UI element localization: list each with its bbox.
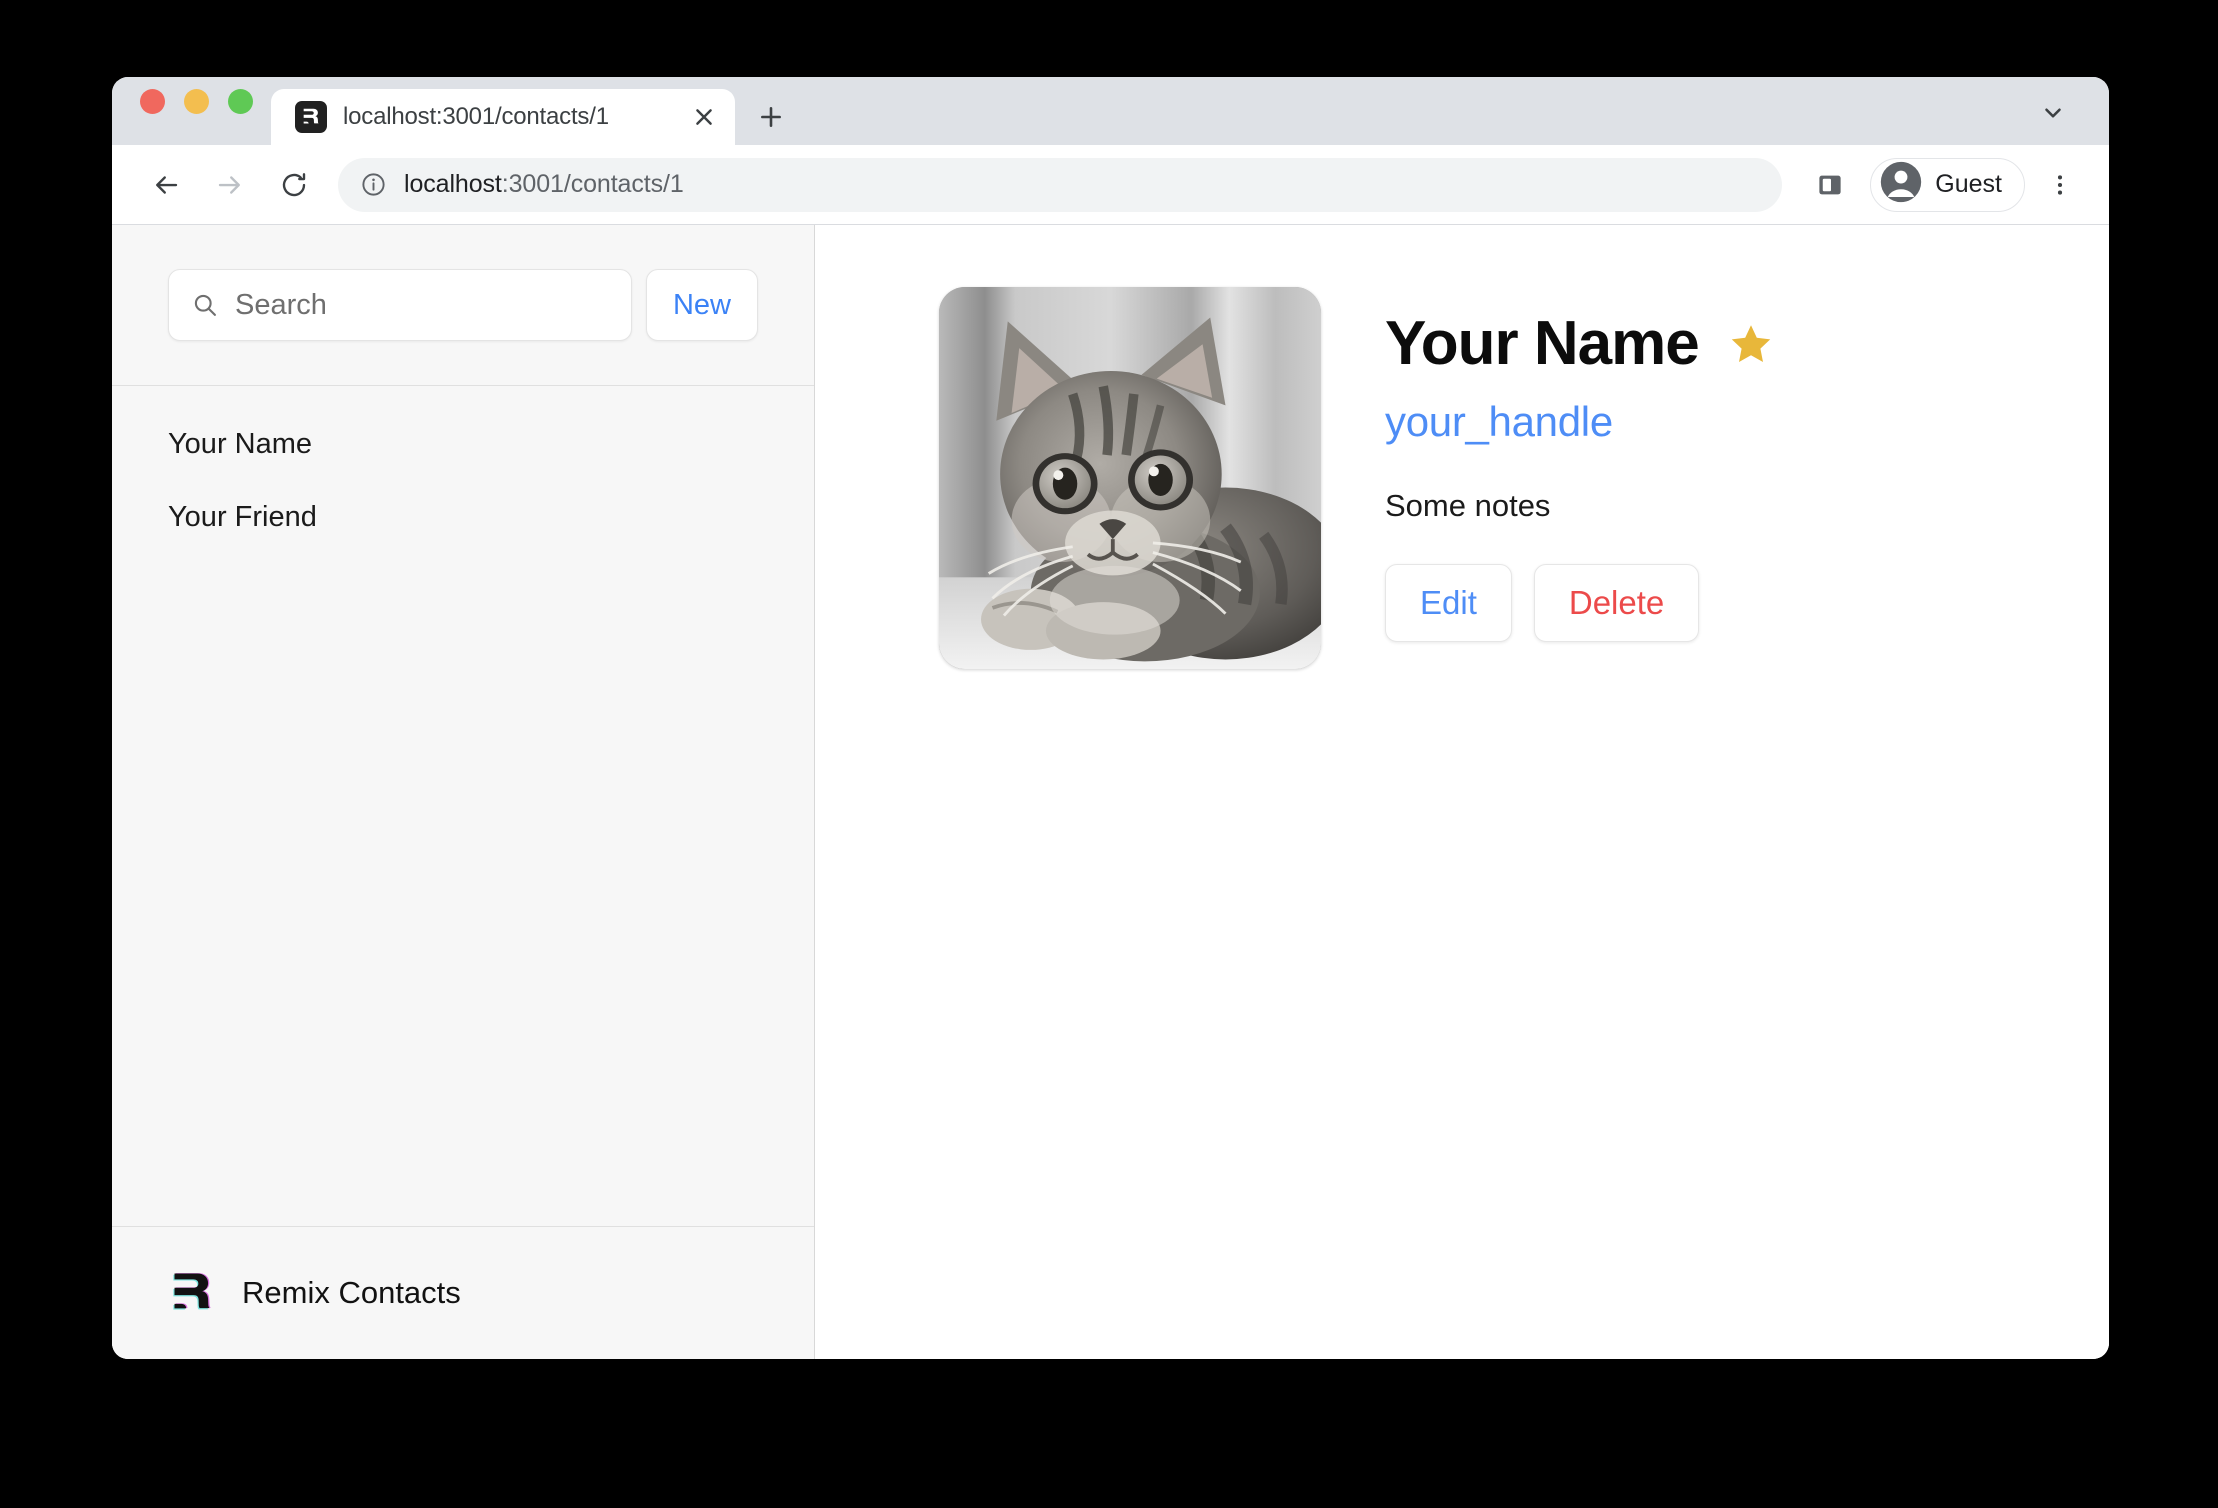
info-circle-icon[interactable] [360, 171, 388, 198]
window-close-button[interactable] [140, 89, 165, 114]
new-contact-button[interactable]: New [646, 269, 758, 341]
sidebar-search-row: New [112, 225, 814, 386]
page-title: Your Name [1385, 311, 1699, 376]
back-button[interactable] [138, 157, 194, 213]
chevron-down-icon[interactable] [2033, 93, 2073, 133]
new-tab-button[interactable] [749, 95, 793, 139]
contact-detail-pane: Your Name your_handle Some notes Edit De… [815, 225, 2109, 1359]
address-bar-url: localhost:3001/contacts/1 [404, 170, 684, 199]
person-avatar-icon [1879, 160, 1923, 209]
address-bar-path: :3001/contacts/1 [502, 170, 684, 198]
profile-button[interactable]: Guest [1870, 158, 2025, 212]
profile-name-label: Guest [1935, 170, 2002, 199]
reload-button[interactable] [266, 157, 322, 213]
sidebar-contact-your-name[interactable]: Your Name [152, 416, 774, 473]
forward-button[interactable] [202, 157, 258, 213]
edit-button[interactable]: Edit [1385, 564, 1512, 642]
close-icon[interactable] [687, 100, 721, 134]
tab-strip: localhost:3001/contacts/1 [112, 77, 2109, 145]
remix-favicon-icon [295, 101, 327, 133]
delete-button[interactable]: Delete [1534, 564, 1699, 642]
search-field[interactable] [168, 269, 632, 341]
sidebar-footer: Remix Contacts [112, 1226, 814, 1359]
window-minimize-button[interactable] [184, 89, 209, 114]
browser-tab[interactable]: localhost:3001/contacts/1 [271, 89, 735, 145]
browser-toolbar: localhost:3001/contacts/1 Guest [112, 145, 2109, 225]
contact-handle-link[interactable]: your_handle [1385, 398, 2109, 446]
sidebar: New Your Name Your Friend [112, 225, 815, 1359]
list-item: Your Friend [152, 489, 774, 546]
list-item: Your Name [152, 416, 774, 473]
sidebar-contact-your-friend[interactable]: Your Friend [152, 489, 774, 546]
contact-list: Your Name Your Friend [112, 386, 814, 1226]
remix-logo-icon [168, 1267, 220, 1319]
contact-avatar [939, 287, 1321, 669]
search-icon [191, 291, 219, 319]
contact-actions: Edit Delete [1385, 564, 2109, 642]
contact-notes: Some notes [1385, 488, 2109, 524]
browser-tab-title: localhost:3001/contacts/1 [343, 103, 671, 131]
sidebar-footer-label: Remix Contacts [242, 1275, 461, 1311]
address-bar-host: localhost [404, 170, 502, 198]
star-icon[interactable] [1727, 320, 1775, 368]
address-bar[interactable]: localhost:3001/contacts/1 [338, 158, 1782, 212]
window-traffic-lights [112, 77, 271, 145]
three-dot-menu-icon[interactable] [2035, 160, 2085, 210]
app-body: New Your Name Your Friend [112, 225, 2109, 1359]
window-maximize-button[interactable] [228, 89, 253, 114]
contact-name-row: Your Name [1385, 311, 2109, 376]
side-panel-icon[interactable] [1804, 159, 1856, 211]
search-input[interactable] [235, 289, 609, 322]
contact-detail-info: Your Name your_handle Some notes Edit De… [1385, 287, 2109, 1359]
browser-window: localhost:3001/contacts/1 [112, 77, 2109, 1359]
